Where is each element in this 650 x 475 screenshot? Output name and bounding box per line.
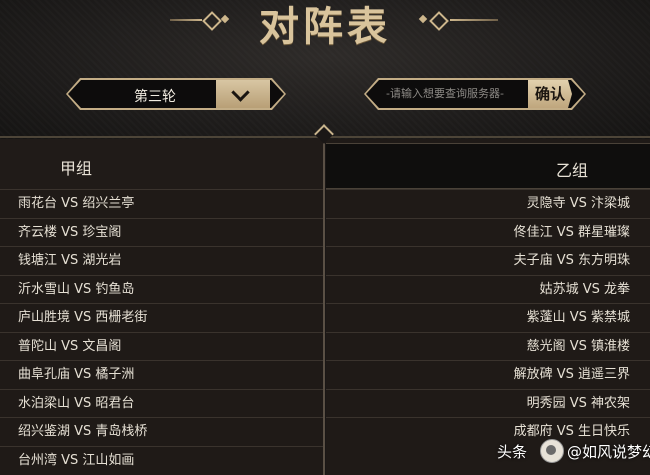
round-select[interactable]: 第三轮 xyxy=(66,78,286,110)
match-text: 灵隐寺 VS 汴梁城 xyxy=(526,196,630,211)
match-row: 佟佳江 VS 群星璀璨 xyxy=(326,217,650,247)
group-b-tab[interactable]: 乙组 xyxy=(326,143,650,189)
match-text: 明秀园 VS 神农架 xyxy=(526,395,630,411)
match-text: 解放碑 VS 逍遥三界 xyxy=(513,367,630,382)
match-row: 姑苏城 VS 龙拳 xyxy=(326,274,650,304)
column-divider xyxy=(323,139,325,475)
match-text: 水泊梁山 VS 昭君台 xyxy=(18,395,135,411)
match-row: 普陀山 VS 文昌阁 xyxy=(0,331,323,361)
server-search: 确认 xyxy=(364,78,586,110)
chevron-down-icon xyxy=(231,83,250,102)
match-row: 慈光阁 VS 镇淮楼 xyxy=(326,331,650,361)
match-text: 夫子庙 VS 东方明珠 xyxy=(513,253,630,268)
match-text: 庐山胜境 VS 西栅老街 xyxy=(18,310,148,325)
match-text: 曲阜孔庙 VS 橘子洲 xyxy=(18,367,135,382)
match-row: 绍兴鉴湖 VS 青岛栈桥 xyxy=(0,417,323,446)
group-b-title: 乙组 xyxy=(556,161,589,180)
group-a-tab[interactable]: 甲组 xyxy=(0,139,323,189)
group-b-column: 灵隐寺 VS 汴梁城 佟佳江 VS 群星璀璨 夫子庙 VS 东方明珠 姑苏城 V… xyxy=(326,139,650,475)
match-row: 沂水雪山 VS 钓鱼岛 xyxy=(0,274,323,304)
server-search-input[interactable] xyxy=(386,84,526,102)
match-text: 台州湾 VS 江山如画 xyxy=(18,452,135,468)
round-select-value: 第三轮 xyxy=(134,89,176,105)
match-row: 钱塘江 VS 湖光岩 xyxy=(0,246,323,275)
match-row: 台州湾 VS 江山如画 xyxy=(0,445,323,475)
match-text: 雨花台 VS 绍兴兰亭 xyxy=(18,196,135,211)
match-text: 绍兴鉴湖 VS 青岛栈桥 xyxy=(18,424,148,439)
group-a-title: 甲组 xyxy=(60,159,93,178)
match-row: 灵隐寺 VS 汴梁城 xyxy=(326,189,650,218)
confirm-button[interactable]: 确认 xyxy=(528,80,572,108)
match-row: 夫子庙 VS 东方明珠 xyxy=(326,246,650,275)
match-text: 紫蓬山 VS 紫禁城 xyxy=(526,310,630,325)
matchup-table: 甲组 雨花台 VS 绍兴兰亭 齐云楼 VS 珍宝阁 钱塘江 VS 湖光岩 沂水雪… xyxy=(0,139,650,475)
match-row: 解放碑 VS 逍遥三界 xyxy=(326,360,650,389)
match-row: 雨花台 VS 绍兴兰亭 xyxy=(0,189,323,218)
title-ornament-right xyxy=(418,11,498,31)
match-text: 佟佳江 VS 群星璀璨 xyxy=(513,224,630,240)
match-text: 普陀山 VS 文昌阁 xyxy=(18,338,122,354)
watermark-author: @如风说梦幻 xyxy=(567,443,650,461)
match-text: 齐云楼 VS 珍宝阁 xyxy=(18,224,122,240)
match-row: 紫蓬山 VS 紫禁城 xyxy=(326,303,650,332)
watermark-prefix: 头条 xyxy=(497,443,528,461)
match-row: 齐云楼 VS 珍宝阁 xyxy=(0,217,323,247)
match-text: 沂水雪山 VS 钓鱼岛 xyxy=(18,281,135,297)
match-text: 慈光阁 VS 镇淮楼 xyxy=(526,338,630,354)
match-text: 姑苏城 VS 龙拳 xyxy=(539,281,630,297)
match-row: 水泊梁山 VS 昭君台 xyxy=(0,388,323,418)
avatar xyxy=(540,439,564,463)
match-row: 曲阜孔庙 VS 橘子洲 xyxy=(0,360,323,389)
round-select-toggle[interactable] xyxy=(216,80,270,108)
match-text: 钱塘江 VS 湖光岩 xyxy=(18,253,122,268)
match-row: 明秀园 VS 神农架 xyxy=(326,388,650,418)
match-row: 庐山胜境 VS 西栅老街 xyxy=(0,303,323,332)
group-a-column: 甲组 雨花台 VS 绍兴兰亭 齐云楼 VS 珍宝阁 钱塘江 VS 湖光岩 沂水雪… xyxy=(0,139,323,475)
page-title: 对阵表 xyxy=(259,3,391,50)
